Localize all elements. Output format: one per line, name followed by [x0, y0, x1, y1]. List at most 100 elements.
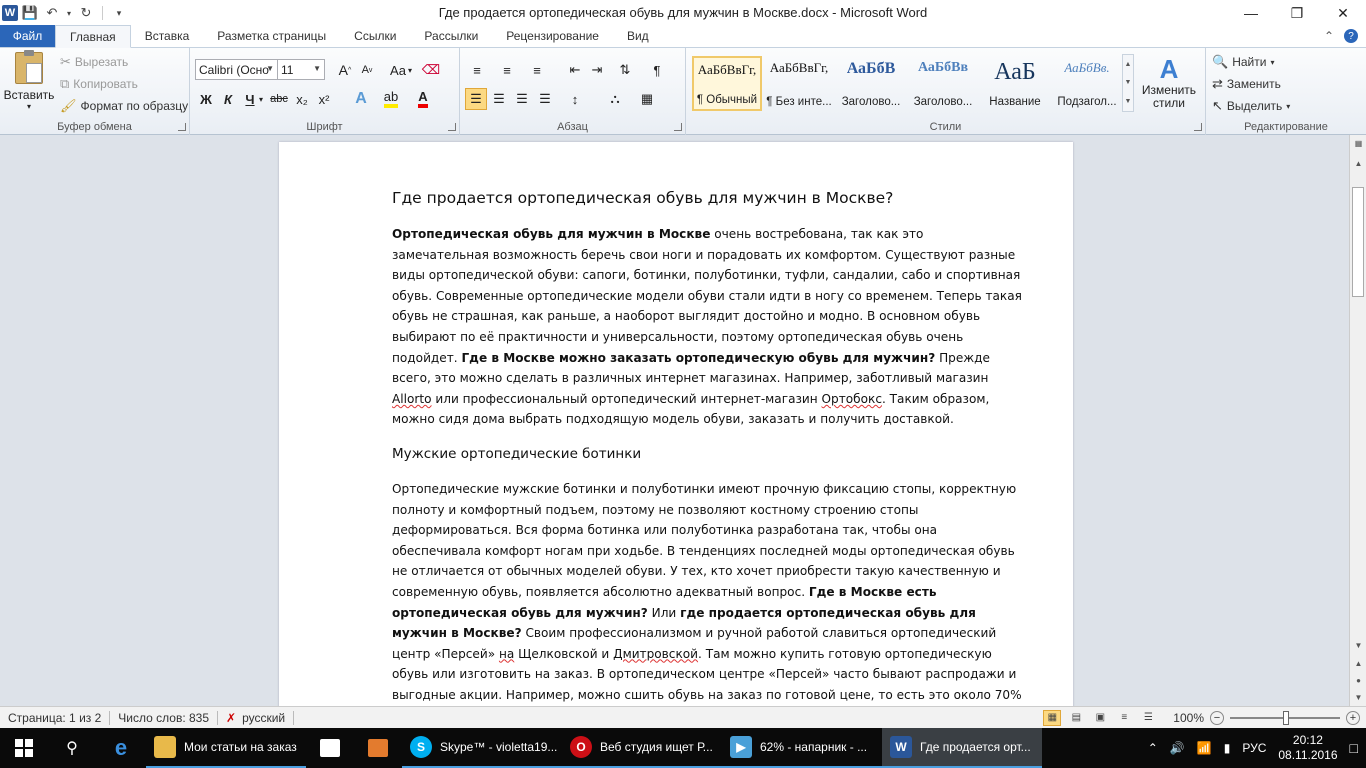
superscript-button[interactable]: x²	[313, 88, 335, 110]
scroll-down-icon[interactable]: ▼	[1350, 637, 1366, 654]
subscript-button[interactable]: x₂	[291, 88, 313, 110]
document-content[interactable]: Где продается ортопедическая обувь для м…	[392, 187, 1022, 706]
vertical-scrollbar[interactable]: ▦ ▲ ▼ ▲ ● ▼	[1349, 135, 1366, 706]
language-indicator[interactable]: ✗ русский	[218, 711, 293, 725]
redo-icon[interactable]: ↻	[76, 3, 96, 23]
format-painter-button[interactable]: 🖌 Формат по образцу	[60, 98, 188, 114]
zoom-level[interactable]: 100%	[1173, 711, 1204, 725]
select-button[interactable]: ↖ Выделить ▾	[1212, 98, 1290, 114]
tab-mailings[interactable]: Рассылки	[410, 25, 492, 47]
keyboard-language[interactable]: РУС	[1242, 741, 1266, 755]
tab-file[interactable]: Файл	[0, 25, 55, 47]
style-heading-1[interactable]: АаБбВ Заголово...	[836, 56, 906, 111]
spellcheck-word[interactable]: Дмитровской	[613, 647, 698, 661]
style-subtitle[interactable]: АаБбВв. Подзагол...	[1052, 56, 1122, 111]
decrease-indent-icon[interactable]: ⇤	[564, 59, 586, 81]
undo-icon[interactable]: ↶	[42, 3, 62, 23]
notifications-icon[interactable]: □	[1350, 740, 1358, 756]
grow-font-button[interactable]: A ^	[334, 59, 356, 81]
font-launcher-icon[interactable]	[448, 123, 456, 131]
cut-button[interactable]: ✂ Вырезать	[60, 54, 128, 70]
taskbar-app-folder[interactable]: Мои статьи на заказ	[146, 728, 306, 768]
restore-button[interactable]: ❐	[1274, 0, 1320, 26]
spellcheck-word[interactable]: Allorto	[392, 392, 432, 406]
zoom-out-icon[interactable]: −	[1210, 710, 1224, 725]
paragraph-launcher-icon[interactable]	[674, 123, 682, 131]
next-page-icon[interactable]: ▼	[1350, 689, 1366, 706]
store-icon[interactable]	[306, 728, 354, 768]
chevron-down-icon[interactable]: ▼	[1125, 79, 1132, 86]
font-color-button[interactable]: A	[412, 88, 434, 110]
document-area[interactable]: Где продается ортопедическая обувь для м…	[0, 135, 1349, 706]
font-size-combo[interactable]: 11 ▼	[277, 59, 325, 80]
increase-indent-icon[interactable]: ⇥	[586, 59, 608, 81]
document-heading-2[interactable]: Мужские ортопедические ботинки	[392, 444, 1022, 464]
document-heading-1[interactable]: Где продается ортопедическая обувь для м…	[392, 187, 1022, 209]
find-button[interactable]: 🔍 Найти ▾	[1212, 54, 1274, 70]
zoom-slider[interactable]	[1230, 710, 1340, 725]
ruler-toggle-icon[interactable]: ▦	[1350, 135, 1366, 152]
tab-references[interactable]: Ссылки	[340, 25, 410, 47]
styles-launcher-icon[interactable]	[1194, 123, 1202, 131]
page-count[interactable]: Страница: 1 из 2	[0, 711, 109, 725]
edge-browser-icon[interactable]: e	[96, 728, 146, 768]
media-player-icon[interactable]	[354, 728, 402, 768]
multilevel-list-icon[interactable]: ≡	[526, 59, 548, 81]
full-screen-reading-icon[interactable]: ▤	[1067, 710, 1085, 726]
print-layout-view-icon[interactable]: ▦	[1043, 709, 1062, 726]
previous-page-icon[interactable]: ▲	[1350, 655, 1366, 672]
minimize-button[interactable]: —	[1228, 0, 1274, 26]
show-hidden-icons[interactable]: ⌃	[1148, 741, 1158, 755]
scroll-up-icon[interactable]: ▲	[1350, 155, 1366, 172]
browse-object-icon[interactable]: ●	[1350, 672, 1366, 689]
align-right-button[interactable]: ☰	[511, 88, 533, 110]
zoom-in-icon[interactable]: +	[1346, 710, 1360, 725]
paragraph-1[interactable]: Ортопедическая обувь для мужчин в Москве…	[392, 224, 1022, 430]
line-spacing-icon[interactable]: ↕	[564, 88, 586, 110]
help-icon[interactable]: ?	[1344, 29, 1358, 43]
tab-view[interactable]: Вид	[613, 25, 663, 47]
more-styles-icon[interactable]: ▼	[1125, 98, 1132, 105]
text-effects-icon[interactable]: A	[350, 88, 372, 110]
bullets-icon[interactable]: ≡	[466, 59, 488, 81]
volume-icon[interactable]: 🔊	[1170, 741, 1185, 755]
tab-page-layout[interactable]: Разметка страницы	[203, 25, 340, 47]
draft-view-icon[interactable]: ☰	[1139, 710, 1157, 726]
style-heading-2[interactable]: АаБбВв Заголово...	[908, 56, 978, 111]
replace-button[interactable]: ⇄ Заменить	[1212, 76, 1281, 92]
close-button[interactable]: ✕	[1320, 0, 1366, 26]
shrink-font-button[interactable]: Av	[356, 59, 378, 81]
start-button[interactable]	[0, 728, 48, 768]
style-normal[interactable]: АаБбВвГг, ¶ Обычный	[692, 56, 762, 111]
document-page[interactable]: Где продается ортопедическая обувь для м…	[279, 142, 1073, 706]
borders-icon[interactable]: ▦	[636, 88, 658, 110]
save-icon[interactable]: 💾	[20, 3, 40, 23]
paste-button[interactable]: Вставить ▾	[4, 50, 54, 114]
search-icon[interactable]: ⚲	[48, 728, 96, 768]
web-layout-icon[interactable]: ▣	[1091, 710, 1109, 726]
scroll-thumb[interactable]	[1352, 187, 1364, 297]
strikethrough-button[interactable]: abc	[268, 88, 290, 110]
tab-home[interactable]: Главная	[55, 25, 131, 48]
battery-icon[interactable]: ▮	[1224, 741, 1231, 755]
minimize-ribbon-icon[interactable]: ⌃	[1324, 29, 1334, 43]
change-styles-button[interactable]: A Изменить стили	[1138, 54, 1200, 116]
style-no-spacing[interactable]: АаБбВвГг, ¶ Без инте...	[764, 56, 834, 111]
network-icon[interactable]: 📶	[1197, 741, 1212, 755]
chevron-up-icon[interactable]: ▲	[1125, 61, 1132, 68]
tab-review[interactable]: Рецензирование	[492, 25, 613, 47]
italic-button[interactable]: К	[217, 88, 239, 110]
pilcrow-icon[interactable]: ¶	[646, 59, 668, 81]
align-center-button[interactable]: ☰	[488, 88, 510, 110]
clipboard-launcher-icon[interactable]	[178, 123, 186, 131]
styles-scroll[interactable]: ▲ ▼ ▼	[1122, 54, 1134, 112]
bold-button[interactable]: Ж	[195, 88, 217, 110]
customize-qat-icon[interactable]: ▾	[109, 3, 129, 23]
font-name-combo[interactable]: Calibri (Осно ▼	[195, 59, 278, 80]
change-case-button[interactable]: Aa ▾	[386, 59, 416, 81]
outline-view-icon[interactable]: ≡	[1115, 710, 1133, 726]
tab-insert[interactable]: Вставка	[131, 25, 204, 47]
underline-dropdown-icon[interactable]: ▾	[256, 88, 266, 110]
taskbar-app-word[interactable]: W Где продается орт...	[882, 728, 1042, 768]
taskbar-app-media[interactable]: ▶ 62% - напарник - ...	[722, 728, 882, 768]
